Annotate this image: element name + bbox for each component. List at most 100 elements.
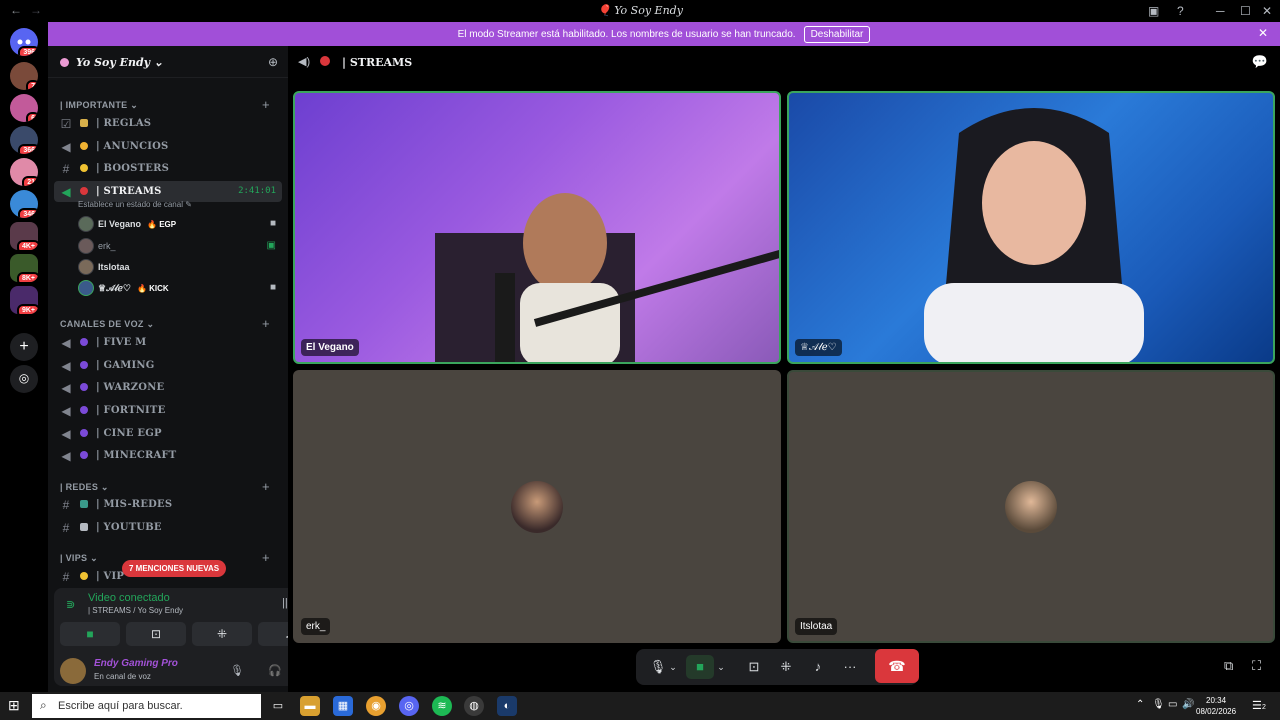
tile-name-label: El Vegano <box>301 339 359 356</box>
unread-badge: 6 <box>26 112 38 122</box>
end-call-button[interactable]: ☎ <box>875 649 919 683</box>
add-channel-icon[interactable]: + <box>262 316 270 331</box>
add-channel-icon[interactable]: + <box>262 550 270 565</box>
share-screen-icon[interactable]: ⊡ <box>740 655 768 679</box>
store-icon[interactable]: ▦ <box>333 696 353 716</box>
server-icon[interactable]: 21 <box>10 158 38 186</box>
no-entry-icon <box>320 56 330 66</box>
pop-out-icon[interactable]: ⧉ <box>1224 658 1233 674</box>
home-icon[interactable]: 396 <box>10 28 38 56</box>
category-voz[interactable]: CANALES DE VOZ ⌄ + <box>60 316 270 331</box>
chevron-down-icon[interactable]: ⌄ <box>666 655 680 679</box>
obs-icon[interactable]: ◍ <box>464 696 484 716</box>
unread-badge: 8K+ <box>16 272 38 282</box>
signal-icon[interactable]: ⋑ <box>66 598 75 611</box>
video-tile-itslotaa[interactable]: Itslotaa <box>787 370 1275 643</box>
voice-user-el-vegano[interactable]: El Vegano 🔥 EGP ■ <box>78 214 282 234</box>
channel-streams[interactable]: ◀ | STREAMS 2:41:01 <box>54 181 282 202</box>
unread-badge: 396 <box>18 46 38 56</box>
channel-label: | ANUNCIOS <box>96 141 169 152</box>
connection-status: Video conectado <box>88 592 170 604</box>
tray-chevron-icon[interactable]: ⌃ <box>1136 699 1144 710</box>
phone-icon <box>80 500 88 508</box>
channel-boosters[interactable]: # | BOOSTERS <box>54 158 282 179</box>
channel-fivem[interactable]: ◀ | FIVE M <box>54 332 282 353</box>
channel-misredes[interactable]: # | MIS-REDES <box>54 494 282 515</box>
star-icon <box>80 164 88 172</box>
speaker-icon: ◀ <box>61 404 71 418</box>
channel-gaming[interactable]: ◀ | GAMING <box>54 355 282 376</box>
new-mentions-pill[interactable]: 7 MENCIONES NUEVAS <box>122 560 227 577</box>
category-vips[interactable]: | VIPS ⌄ + <box>60 550 270 565</box>
voice-user-itslotaa[interactable]: Itslotaa <box>78 257 282 277</box>
server-icon[interactable]: 6 <box>10 94 38 122</box>
connection-location[interactable]: | STREAMS / Yo Soy Endy <box>88 606 183 615</box>
avatar[interactable] <box>60 658 86 684</box>
chat-bubble-icon[interactable]: 💬 <box>1252 54 1268 70</box>
fullscreen-icon[interactable]: ⛶ <box>1252 658 1261 674</box>
voice-user-erk[interactable]: erk_ ▣ <box>78 236 282 256</box>
spotify-icon[interactable]: ≋ <box>432 696 452 716</box>
channel-reglas[interactable]: ☑ | REGLAS <box>54 113 282 134</box>
minimize-button[interactable]: ─ <box>1216 4 1225 18</box>
microphone-icon[interactable]: 🎙 <box>230 664 244 677</box>
tray-volume-icon[interactable]: 🔊 <box>1182 699 1194 710</box>
video-tile-el-vegano[interactable]: El Vegano <box>293 91 781 364</box>
server-folder-icon[interactable]: 4K+ <box>10 222 38 250</box>
inbox-icon[interactable]: ▣ <box>1148 4 1159 18</box>
activities-button[interactable]: ⁜ <box>192 622 252 646</box>
channel-status-prompt[interactable]: Establece un estado de canal ✎ <box>78 200 192 209</box>
chevron-down-icon[interactable]: ⌄ <box>714 655 728 679</box>
camera-icon[interactable]: ■ <box>686 655 714 679</box>
speaker-icon: ◀ <box>61 449 71 463</box>
discord-icon[interactable]: ◎ <box>399 696 419 716</box>
disable-streamer-mode-button[interactable]: Deshabilitar <box>803 25 871 43</box>
server-icon[interactable]: 366 <box>10 126 38 154</box>
explore-servers-icon[interactable]: ◎ <box>10 365 38 393</box>
user-name: Endy Gaming Pro <box>94 658 178 669</box>
steam-icon[interactable]: ◐ <box>497 696 517 716</box>
headphones-icon[interactable]: 🎧 <box>268 664 282 677</box>
tray-display-icon[interactable]: ▭ <box>1168 699 1177 710</box>
share-screen-button[interactable]: ⊡ <box>126 622 186 646</box>
activities-icon[interactable]: ⁜ <box>772 655 800 679</box>
chrome-icon[interactable]: ◉ <box>366 696 386 716</box>
channel-fortnite[interactable]: ◀ | FORTNITE <box>54 400 282 421</box>
video-tile-erk[interactable]: erk_ <box>293 370 781 643</box>
channel-cine[interactable]: ◀ | CINE EGP <box>54 423 282 444</box>
server-folder-icon[interactable]: 8K+ <box>10 254 38 282</box>
server-icon[interactable]: 7 <box>10 62 38 90</box>
channel-sidebar: Yo Soy Endy ⌄ ⊕ | IMPORTANTE ⌄ + ☑ | REGL… <box>48 46 326 692</box>
more-options-icon[interactable]: ··· <box>836 655 864 679</box>
task-view-icon[interactable]: ▭ <box>268 696 288 716</box>
file-explorer-icon[interactable]: ▬ <box>300 696 320 716</box>
windows-start-icon[interactable]: ⊞ <box>8 697 20 714</box>
invite-icon[interactable]: ⊕ <box>268 55 278 69</box>
camera-icon: ■ <box>269 218 276 229</box>
help-icon[interactable]: ? <box>1177 4 1184 18</box>
channel-youtube[interactable]: # | YOUTUBE <box>54 517 282 538</box>
add-channel-icon[interactable]: + <box>262 97 270 112</box>
maximize-button[interactable]: ☐ <box>1240 4 1251 18</box>
add-server-icon[interactable]: + <box>10 333 38 361</box>
voice-user-ale[interactable]: ♕𝒜𝓁ℯ♡ 🔥 KICK ■ <box>78 278 282 298</box>
notification-center-icon[interactable]: ☰ <box>1252 699 1262 712</box>
channel-warzone[interactable]: ◀ | WARZONE <box>54 377 282 398</box>
category-redes[interactable]: | REDES ⌄ + <box>60 479 270 494</box>
camera-toggle-button[interactable]: ■ <box>60 622 120 646</box>
add-channel-icon[interactable]: + <box>262 479 270 494</box>
tray-microphone-icon[interactable]: 🎙 <box>1152 699 1165 710</box>
category-importante[interactable]: | IMPORTANTE ⌄ + <box>60 97 270 112</box>
channel-minecraft[interactable]: ◀ | MINECRAFT <box>54 445 282 466</box>
banner-close-icon[interactable]: ✕ <box>1258 26 1268 40</box>
channel-anuncios[interactable]: ◀ | ANUNCIOS <box>54 136 282 157</box>
close-window-button[interactable]: ✕ <box>1262 4 1272 18</box>
taskbar-search-box[interactable]: ⌕ Escribe aquí para buscar. <box>32 694 261 718</box>
tile-name-label: Itslotaa <box>795 618 838 635</box>
server-icon[interactable]: 346 <box>10 190 38 218</box>
video-tile-ale[interactable]: ♕𝒜𝓁ℯ♡ <box>787 91 1275 364</box>
server-folder-icon[interactable]: 9K+ <box>10 286 38 314</box>
server-header[interactable]: Yo Soy Endy ⌄ ⊕ <box>48 46 288 78</box>
soundboard-icon[interactable]: ♪ <box>804 655 832 679</box>
taskbar-clock[interactable]: 20:34 08/02/2026 <box>1196 695 1236 717</box>
